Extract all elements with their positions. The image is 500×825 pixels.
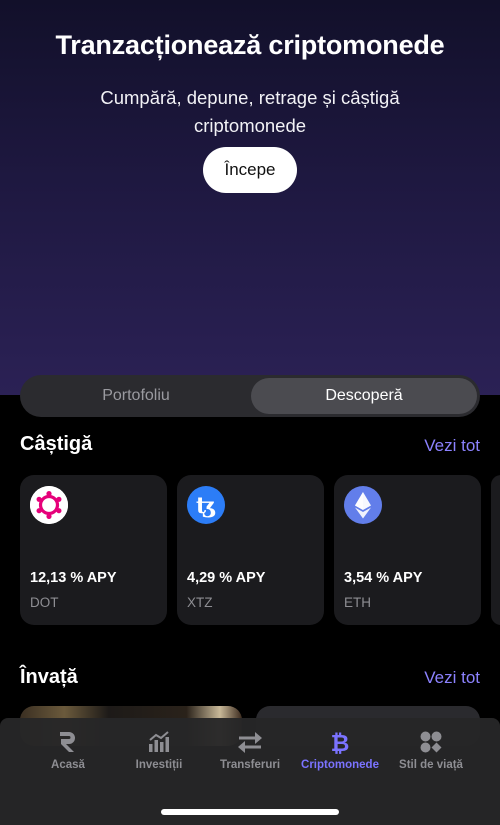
svg-text:₿: ₿ xyxy=(331,731,350,754)
hero-banner: Tranzacționează criptomonede Cumpără, de… xyxy=(0,0,500,395)
tab-investments[interactable]: Investiții xyxy=(114,730,204,771)
earn-card-apy: 12,13 % APY xyxy=(30,570,117,586)
tab-portfolio[interactable]: Portofoliu xyxy=(23,378,249,414)
earn-card-dot[interactable]: 12,13 % APY DOT xyxy=(20,475,167,625)
learn-see-all-link[interactable]: Vezi tot xyxy=(424,668,480,688)
earn-card-apy: 3,54 % APY xyxy=(344,570,423,586)
earn-card-eth[interactable]: 3,54 % APY ETH xyxy=(334,475,481,625)
tab-label: Transferuri xyxy=(219,759,281,771)
hero-title: Tranzacționează criptomonede xyxy=(55,30,445,60)
tab-transfers[interactable]: Transferuri xyxy=(205,730,295,771)
tab-label: Criptomonede xyxy=(301,759,379,771)
home-indicator[interactable] xyxy=(161,809,339,815)
earn-card-ticker: ETH xyxy=(344,595,371,610)
tab-label: Stil de viață xyxy=(399,759,463,771)
earn-section-title: Câștigă xyxy=(20,433,93,455)
svg-text:ꜩ: ꜩ xyxy=(196,493,216,519)
start-button[interactable]: Începe xyxy=(203,147,297,193)
earn-see-all-link[interactable]: Vezi tot xyxy=(424,436,480,456)
ethereum-icon xyxy=(344,486,382,524)
earn-card-ticker: DOT xyxy=(30,595,59,610)
tezos-icon: ꜩ xyxy=(187,486,225,524)
tab-home[interactable]: Acasă xyxy=(23,730,113,771)
tab-crypto[interactable]: ₿ Criptomonede xyxy=(295,730,385,771)
earn-card-xtz[interactable]: ꜩ 4,29 % APY XTZ xyxy=(177,475,324,625)
earn-card-apy: 4,29 % APY xyxy=(187,570,266,586)
polkadot-icon xyxy=(30,486,68,524)
segmented-control: Portofoliu Descoperă xyxy=(20,375,480,417)
earn-card-ticker: XTZ xyxy=(187,595,213,610)
tab-label: Acasă xyxy=(51,759,85,771)
learn-section-title: Învață xyxy=(20,666,78,688)
bar-chart-icon xyxy=(114,730,204,754)
earn-card-partial[interactable] xyxy=(491,475,500,625)
lifestyle-icon xyxy=(386,730,476,754)
revolut-r-icon xyxy=(23,730,113,754)
tab-label: Investiții xyxy=(135,759,183,771)
tab-lifestyle[interactable]: Stil de viață xyxy=(386,730,476,771)
tab-discover[interactable]: Descoperă xyxy=(251,378,477,414)
transfer-arrows-icon xyxy=(205,730,295,754)
bitcoin-icon: ₿ xyxy=(295,730,385,754)
hero-subtitle: Cumpără, depune, retrage și câștigă crip… xyxy=(100,87,400,136)
